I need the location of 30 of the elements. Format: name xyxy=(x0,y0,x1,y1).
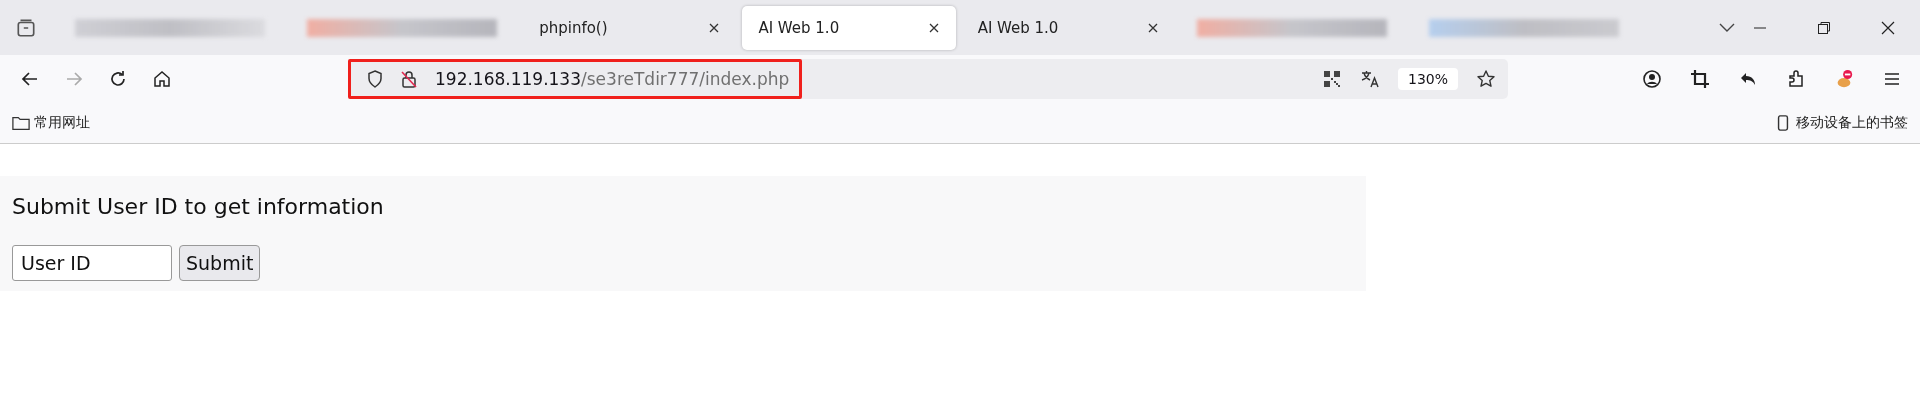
browser-tab[interactable]: AI Web 1.0 xyxy=(961,5,1175,50)
shield-icon[interactable] xyxy=(365,69,385,89)
mobile-bookmarks[interactable]: 移动设备上的书签 xyxy=(1774,114,1908,132)
folder-icon xyxy=(12,115,30,131)
close-icon[interactable] xyxy=(708,21,721,34)
user-id-field[interactable]: User ID xyxy=(12,245,172,281)
insecure-lock-icon[interactable] xyxy=(399,69,419,89)
zoom-level[interactable]: 130% xyxy=(1397,68,1458,90)
tab-list-icon[interactable] xyxy=(15,16,37,39)
translate-icon[interactable] xyxy=(1359,69,1380,89)
url-host: 192.168.119.133 xyxy=(435,69,581,89)
close-icon[interactable] xyxy=(1146,21,1159,34)
restore-icon[interactable] xyxy=(1817,20,1831,35)
bookmark-folder[interactable]: 常用网址 xyxy=(12,114,90,132)
account-icon[interactable] xyxy=(1642,69,1662,89)
close-icon[interactable] xyxy=(1881,20,1895,35)
browser-tab[interactable]: phpinfo() xyxy=(523,5,737,50)
star-icon[interactable] xyxy=(1476,69,1496,89)
reload-icon[interactable] xyxy=(108,69,128,89)
url-path: /se3reTdir777/index.php xyxy=(581,69,790,89)
chevron-down-icon[interactable] xyxy=(1719,22,1735,33)
crop-icon[interactable] xyxy=(1690,69,1710,89)
browser-tab[interactable]: AI Web 1.0 xyxy=(742,5,956,50)
home-icon[interactable] xyxy=(152,69,172,89)
puzzle-icon[interactable] xyxy=(1786,69,1806,89)
submit-button[interactable]: Submit xyxy=(179,245,261,281)
form-heading: Submit User ID to get information xyxy=(12,194,385,219)
qr-code-icon[interactable] xyxy=(1321,69,1342,89)
address-bar[interactable]: 192.168.119.133/se3reTdir777/index.php 130% xyxy=(348,59,1508,99)
close-icon[interactable] xyxy=(927,21,940,34)
